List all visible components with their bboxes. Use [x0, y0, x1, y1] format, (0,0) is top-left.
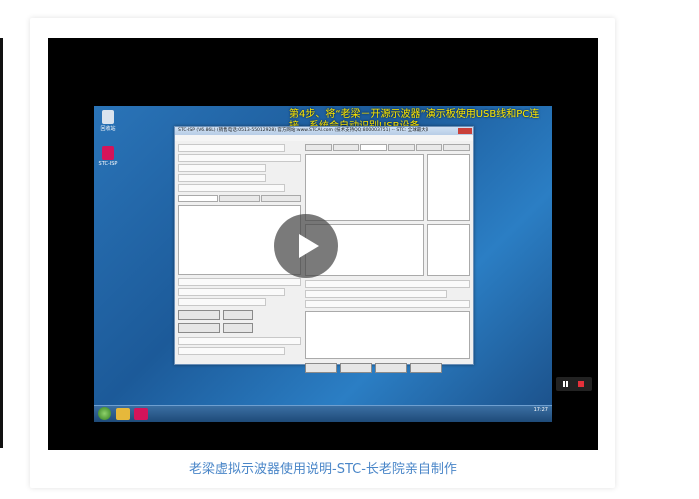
recycle-bin-icon: 回收站	[98, 110, 118, 132]
taskbar-clock: 17:27	[533, 407, 548, 413]
stop-icon[interactable]	[578, 381, 584, 387]
stc-isp-icon: STC-ISP	[98, 146, 118, 167]
pause-icon[interactable]	[563, 381, 565, 387]
windows-taskbar: 17:27	[94, 405, 552, 422]
recording-controls[interactable]	[556, 377, 592, 391]
stc-isp-taskbar-icon	[134, 408, 148, 420]
start-menu-icon	[98, 407, 111, 420]
video-player[interactable]: 第4步、将“老梁－开源示波器”演示板使用USB线和PC连接，系统会自动识别USB…	[48, 38, 598, 450]
close-icon	[458, 128, 472, 134]
explorer-taskbar-icon	[116, 408, 130, 420]
play-icon[interactable]	[274, 214, 338, 278]
video-caption: 老梁虚拟示波器使用说明-STC-长老院亲自制作	[189, 462, 457, 477]
stc-isp-menu-bar	[175, 135, 473, 141]
adjacent-panel-edge	[0, 38, 3, 448]
stc-isp-title-bar: STC-ISP (V6.86L) (销售电话:0513-55012928) 官方…	[175, 127, 473, 135]
